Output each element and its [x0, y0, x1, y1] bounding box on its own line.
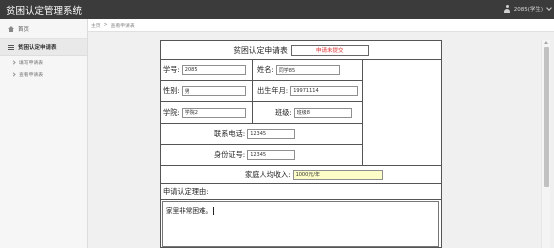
- status-badge: 申请未提交: [290, 44, 369, 56]
- sidebar-item-label: 填写申请表: [19, 60, 43, 66]
- name-label: 姓名:: [257, 65, 274, 74]
- id-number-field[interactable]: 12345: [247, 150, 296, 160]
- college-cell: 学院: 学院2: [161, 102, 253, 124]
- reason-text: 家里非常困难。: [166, 207, 213, 215]
- birth-field[interactable]: 19971114: [290, 86, 359, 96]
- breadcrumb: 主页 > 查看申请表: [88, 19, 554, 32]
- form-header: 贫困认定申请表 申请未提交: [161, 41, 441, 60]
- breadcrumb-separator: >: [103, 22, 108, 28]
- home-icon: [8, 25, 14, 32]
- breadcrumb-home[interactable]: 主页: [91, 22, 101, 29]
- name-cell: 姓名: 同学85: [253, 60, 363, 81]
- user-label: 2085(学生): [513, 7, 543, 13]
- phone-cell: 联系电话: 12345: [161, 124, 363, 145]
- form-title: 贫困认定申请表: [233, 45, 288, 55]
- sidebar-section-application[interactable]: 贫困认定申请表: [0, 39, 87, 56]
- reason-label: 申请认定理由:: [161, 184, 441, 200]
- photo-area: [363, 60, 441, 166]
- sidebar-section-label: 贫困认定申请表: [18, 45, 57, 51]
- gender-field[interactable]: 男: [181, 86, 246, 96]
- user-menu[interactable]: 2085(学生): [504, 5, 552, 13]
- sidebar-item-label: 查看申请表: [19, 72, 43, 78]
- college-label: 学院:: [163, 107, 180, 117]
- income-label: 家庭人均收入:: [245, 169, 291, 179]
- birth-cell: 出生年月: 19971114: [253, 81, 363, 102]
- class-cell: 班级: 班级8: [253, 102, 363, 124]
- reason-textarea[interactable]: 家里非常困难。: [162, 201, 439, 247]
- phone-label: 联系电话:: [214, 129, 246, 138]
- gender-cell: 性别: 男: [161, 81, 253, 102]
- chevron-down-icon: [546, 5, 552, 11]
- sidebar-item-fill-form[interactable]: 填写申请表: [0, 56, 87, 68]
- class-label: 班级:: [275, 107, 292, 117]
- menu-icon: [8, 44, 14, 50]
- vertical-scrollbar[interactable]: [541, 40, 550, 248]
- scroll-up-arrow-icon[interactable]: [544, 41, 548, 44]
- app-title: 贫困认定管理系统: [6, 6, 83, 17]
- top-bar: 贫困认定管理系统 2085(学生): [0, 0, 554, 19]
- breadcrumb-current: 查看申请表: [110, 23, 135, 29]
- class-field[interactable]: 班级8: [293, 107, 352, 118]
- sidebar-item-home[interactable]: 首页: [0, 19, 87, 39]
- birth-label: 出生年月:: [257, 86, 289, 95]
- student-id-field[interactable]: 2085: [181, 65, 246, 75]
- sidebar: 首页 贫困认定申请表 填写申请表 查看申请表: [0, 19, 88, 248]
- student-id-cell: 学号: 2085: [161, 60, 253, 81]
- sidebar-item-view-form[interactable]: 查看申请表: [0, 68, 87, 80]
- income-field[interactable]: 1000元/年: [292, 169, 383, 180]
- college-field[interactable]: 学院2: [181, 107, 246, 118]
- phone-field[interactable]: 12345: [247, 129, 296, 139]
- id-number-cell: 身份证号: 12345: [161, 145, 363, 166]
- name-field[interactable]: 同学85: [275, 65, 340, 75]
- id-number-label: 身份证号:: [214, 150, 246, 159]
- sidebar-home-label: 首页: [18, 26, 30, 33]
- chevron-right-icon: [11, 71, 16, 77]
- student-id-label: 学号:: [163, 65, 180, 74]
- income-cell: 家庭人均收入: 1000元/年: [161, 166, 441, 184]
- application-form: 贫困认定申请表 申请未提交 学号: 2085 姓名: 同学85 性别: 男 出生…: [160, 40, 442, 248]
- chevron-right-icon: [11, 59, 16, 65]
- user-icon: [504, 5, 511, 13]
- scrollbar-thumb[interactable]: [544, 47, 549, 187]
- text-caret: [213, 207, 215, 215]
- gender-label: 性别:: [163, 86, 180, 95]
